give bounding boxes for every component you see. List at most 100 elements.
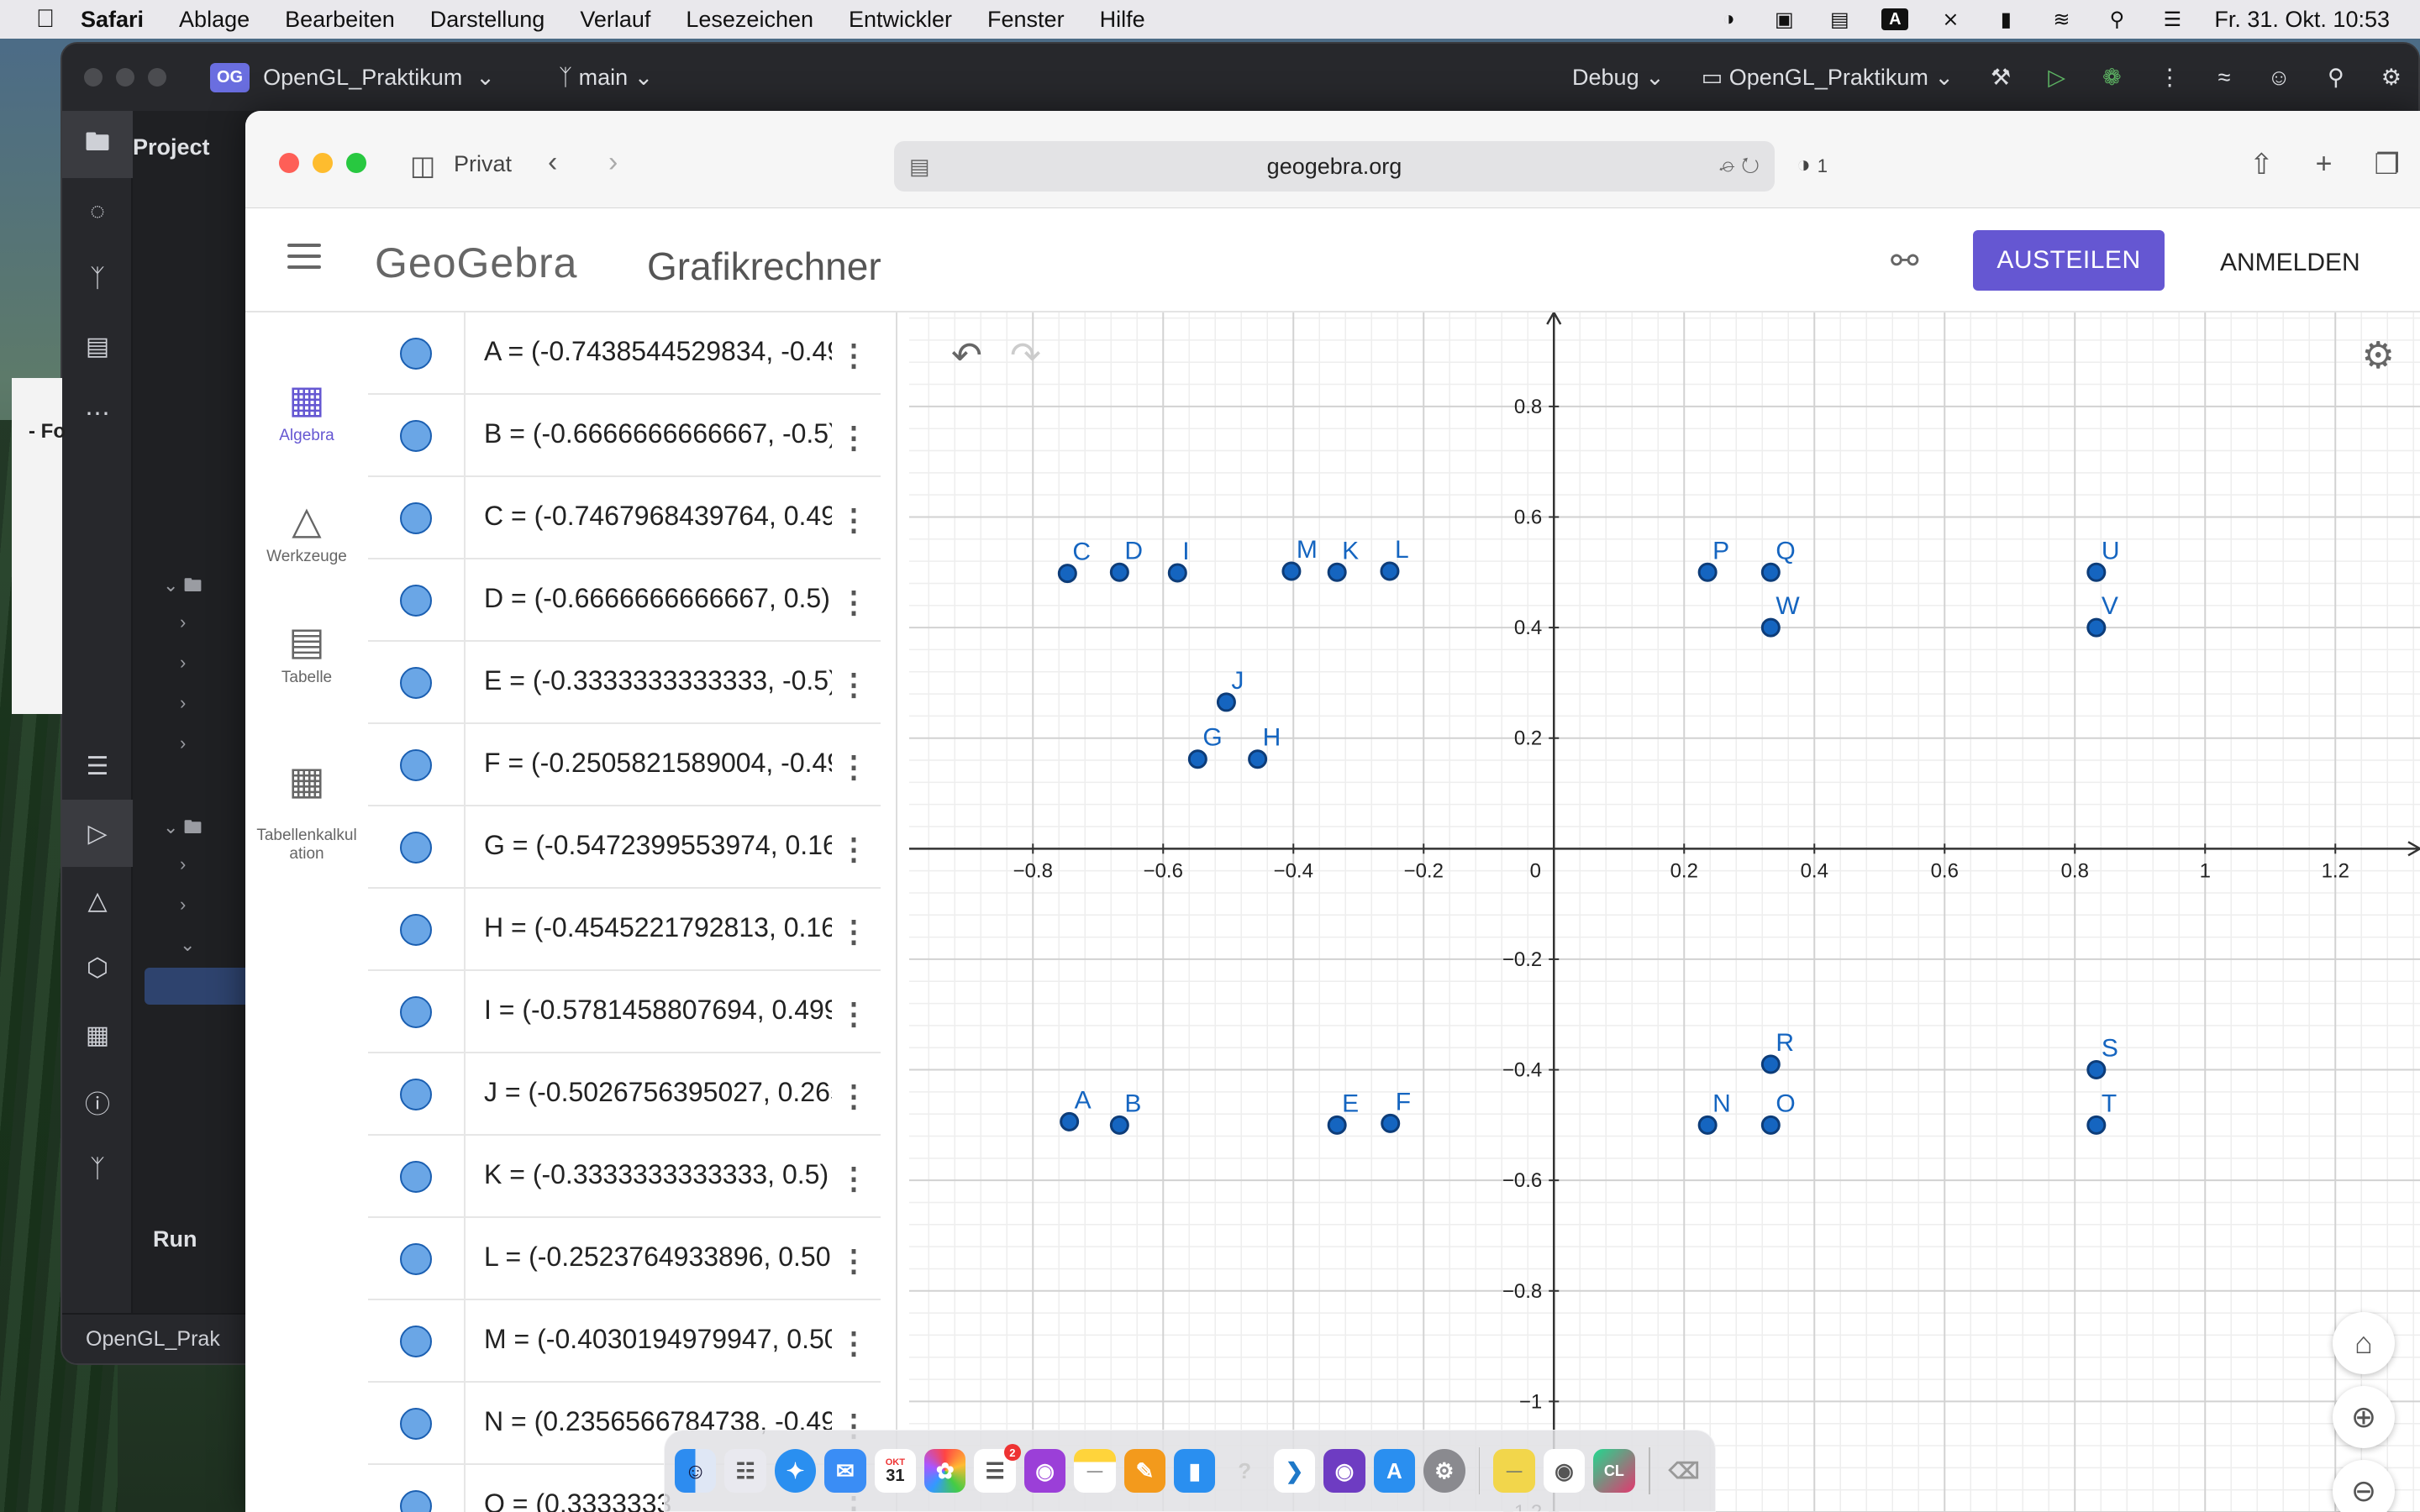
structure-icon[interactable]: ▤ — [62, 312, 133, 380]
menu-item-ablage[interactable]: Ablage — [179, 7, 250, 33]
point-label-a[interactable]: A — [1075, 1086, 1092, 1114]
bluetooth-icon[interactable]: ⨯ — [1937, 8, 1964, 31]
apple-menu-icon[interactable]:  — [20, 5, 71, 34]
point-h[interactable] — [1248, 749, 1268, 769]
finder-icon[interactable]: ☺ — [675, 1449, 717, 1493]
algebra-row[interactable]: D = (-0.6666666666667, 0.5) ⋮ — [368, 559, 881, 642]
input-source-icon[interactable]: A — [1881, 8, 1909, 30]
point-c[interactable] — [1057, 564, 1077, 584]
github-desktop-icon[interactable]: ◉ — [1323, 1449, 1365, 1493]
mail-icon[interactable]: ✉ — [824, 1449, 866, 1493]
point-label-t[interactable]: T — [2102, 1089, 2117, 1117]
status-breadcrumb[interactable]: OpenGL_Prak — [86, 1327, 220, 1352]
point-visibility-icon[interactable] — [400, 1326, 432, 1357]
point-label-e[interactable]: E — [1342, 1089, 1359, 1117]
home-view-button[interactable]: ⌂ — [2333, 1312, 2395, 1374]
minimize-button[interactable] — [313, 153, 333, 173]
git-icon[interactable]: ᛉ — [62, 1136, 133, 1203]
visibility-toggle[interactable] — [368, 889, 466, 971]
point-label-f[interactable]: F — [1396, 1088, 1411, 1116]
point-n[interactable] — [1697, 1115, 1718, 1135]
point-label-m[interactable]: M — [1297, 536, 1318, 564]
visibility-toggle[interactable] — [368, 395, 466, 477]
point-b[interactable] — [1109, 1115, 1129, 1135]
menu-item-verlauf[interactable]: Verlauf — [580, 7, 650, 33]
algebra-row[interactable]: B = (-0.6666666666667, -0.5) ⋮ — [368, 395, 881, 477]
tree-chevron[interactable]: ⌄ 🖿 — [163, 813, 203, 845]
tree-chevron[interactable]: ⌄ 🖿 — [163, 571, 203, 603]
point-visibility-icon[interactable] — [400, 832, 432, 864]
todo-list-icon[interactable]: ☰ — [62, 732, 133, 800]
point-k[interactable] — [1327, 562, 1347, 582]
point-label-k[interactable]: K — [1342, 537, 1359, 564]
commit-icon[interactable]: ◌ — [62, 178, 133, 245]
row-menu-icon[interactable]: ⋮ — [839, 749, 869, 785]
notes-icon[interactable]: ─ — [1074, 1449, 1116, 1493]
point-visibility-icon[interactable] — [400, 914, 432, 946]
point-label-c[interactable]: C — [1072, 538, 1091, 566]
algebra-row[interactable]: A = (-0.7438544529834, -0.4937845⋮ — [368, 312, 881, 395]
add-user-icon[interactable]: ☺ — [2267, 65, 2291, 91]
spotlight-search-icon[interactable]: ⚲ — [2103, 8, 2130, 31]
ai-assistant-icon[interactable]: ≈ — [2218, 65, 2231, 91]
menu-item-hilfe[interactable]: Hilfe — [1100, 7, 1145, 33]
algebra-expression[interactable]: A = (-0.7438544529834, -0.4937845 — [484, 336, 832, 367]
rail-algebra[interactable]: ▦ Algebra — [245, 376, 368, 445]
visibility-toggle[interactable] — [368, 312, 466, 395]
search-icon[interactable]: ⚲ — [2328, 65, 2344, 91]
point-visibility-icon[interactable] — [400, 1490, 432, 1512]
algebra-expression[interactable]: F = (-0.2505821589004, -0.4966753 — [484, 748, 832, 779]
keynote-icon[interactable]: ▮ — [1174, 1449, 1216, 1493]
point-t[interactable] — [2086, 1115, 2107, 1135]
back-icon[interactable]: ‹ — [548, 146, 557, 179]
rail-tools[interactable]: △ Werkzeuge — [245, 497, 368, 566]
privacy-report-icon[interactable]: ◑ 1 — [1797, 151, 1828, 178]
point-s[interactable] — [2086, 1060, 2107, 1080]
page-menu-icon[interactable]: ▤ — [909, 154, 930, 180]
rail-table[interactable]: ▤ Tabelle — [245, 618, 368, 687]
algebra-expression[interactable]: D = (-0.6666666666667, 0.5) — [484, 583, 832, 614]
point-label-d[interactable]: D — [1124, 537, 1143, 564]
forward-icon[interactable]: › — [608, 146, 618, 179]
point-w[interactable] — [1760, 617, 1781, 638]
point-a[interactable] — [1060, 1111, 1080, 1131]
point-label-p[interactable]: P — [1712, 537, 1729, 564]
problems-icon[interactable]: ⓘ — [62, 1068, 133, 1136]
point-i[interactable] — [1167, 563, 1187, 583]
visibility-toggle[interactable] — [368, 1136, 466, 1218]
row-menu-icon[interactable]: ⋮ — [839, 667, 869, 702]
share-button[interactable]: AUSTEILEN — [1973, 230, 2165, 291]
launchpad-icon[interactable]: ☷ — [724, 1449, 766, 1493]
run-panel-label[interactable]: Run — [153, 1226, 197, 1252]
calendar-icon[interactable]: OKT 31 — [874, 1449, 917, 1493]
visibility-toggle[interactable] — [368, 806, 466, 889]
point-label-j[interactable]: J — [1231, 667, 1244, 695]
point-visibility-icon[interactable] — [400, 1161, 432, 1193]
point-v[interactable] — [2086, 617, 2107, 638]
row-menu-icon[interactable]: ⋮ — [839, 502, 869, 538]
algebra-row[interactable]: F = (-0.2505821589004, -0.4966753⋮ — [368, 724, 881, 806]
point-f[interactable] — [1381, 1113, 1401, 1133]
row-menu-icon[interactable]: ⋮ — [839, 1079, 869, 1114]
visibility-toggle[interactable] — [368, 1465, 466, 1512]
row-menu-icon[interactable]: ⋮ — [839, 420, 869, 455]
menu-item-bearbeiten[interactable]: Bearbeiten — [285, 7, 395, 33]
zoom-in-button[interactable]: ⊕ — [2333, 1386, 2395, 1448]
tree-chevron[interactable]: › — [180, 612, 186, 633]
algebra-row[interactable]: E = (-0.3333333333333, -0.5) ⋮ — [368, 642, 881, 724]
run-panel-icon[interactable]: ▷ — [62, 800, 133, 867]
more-icon[interactable]: ⋯ — [62, 380, 133, 447]
run-icon[interactable]: ▷ — [2048, 65, 2065, 91]
point-q[interactable] — [1760, 562, 1781, 582]
row-menu-icon[interactable]: ⋮ — [839, 1326, 869, 1361]
preview-icon[interactable]: ◉ — [1543, 1449, 1586, 1493]
share-icon[interactable]: ⚯ — [1891, 242, 1919, 281]
point-label-i[interactable]: I — [1182, 538, 1189, 565]
visibility-toggle[interactable] — [368, 642, 466, 724]
algebra-row[interactable]: I = (-0.5781458807694, 0.4994067⋮ — [368, 971, 881, 1053]
point-visibility-icon[interactable] — [400, 996, 432, 1028]
ide-branch-selector[interactable]: ᛉ main ⌄ — [559, 65, 653, 91]
point-l[interactable] — [1380, 561, 1400, 581]
algebra-expression[interactable]: J = (-0.5026756395027, 0.2652352 — [484, 1077, 832, 1108]
terminal-icon[interactable]: ▦ — [62, 1001, 133, 1068]
